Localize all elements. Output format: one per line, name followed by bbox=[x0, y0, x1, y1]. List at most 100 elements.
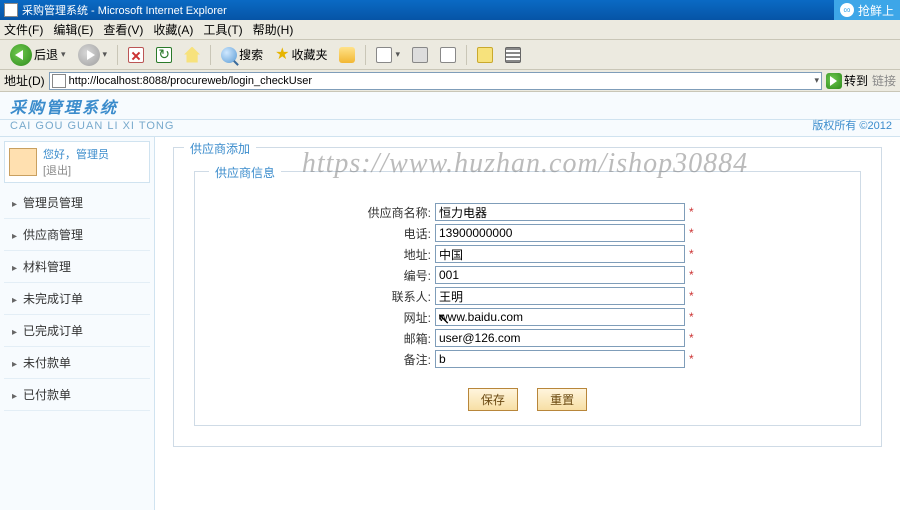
chevron-down-icon: ▾ bbox=[395, 49, 400, 60]
app-title: 采购管理系统 bbox=[10, 94, 118, 118]
star-icon: ★ bbox=[275, 47, 289, 63]
go-icon bbox=[826, 73, 842, 89]
sidebar-item-paid[interactable]: 已付款单 bbox=[4, 379, 150, 411]
search-button[interactable]: 搜索 bbox=[217, 44, 267, 65]
chevron-down-icon: ▾ bbox=[61, 49, 66, 60]
row-phone: 电话: * bbox=[215, 224, 840, 242]
forward-icon bbox=[78, 44, 100, 66]
required-mark: * bbox=[689, 247, 694, 261]
row-address: 地址: * bbox=[215, 245, 840, 263]
sidebar-menu: 管理员管理 供应商管理 材料管理 未完成订单 已完成订单 未付款单 已付款单 bbox=[4, 187, 150, 411]
required-mark: * bbox=[689, 352, 694, 366]
edit-doc-button[interactable] bbox=[436, 45, 460, 65]
page-icon bbox=[52, 74, 66, 88]
app-icon bbox=[4, 3, 18, 17]
window-title: 采购管理系统 - Microsoft Internet Explorer bbox=[22, 2, 227, 18]
url-wrap[interactable]: ▾ bbox=[49, 72, 822, 90]
label-contact: 联系人: bbox=[215, 288, 435, 305]
menu-edit[interactable]: 编辑(E) bbox=[53, 21, 93, 38]
edit-icon bbox=[440, 47, 456, 63]
menu-tools[interactable]: 工具(T) bbox=[203, 21, 242, 38]
cloud-icon: ∞ bbox=[840, 3, 854, 17]
input-phone[interactable] bbox=[435, 224, 685, 242]
save-button[interactable]: 保存 bbox=[468, 388, 518, 411]
menu-help[interactable]: 帮助(H) bbox=[253, 21, 294, 38]
content: 供应商添加 供应商信息 供应商名称: * 电话: * 地址: bbox=[155, 137, 900, 510]
sidebar-item-admin[interactable]: 管理员管理 bbox=[4, 187, 150, 219]
row-name: 供应商名称: * bbox=[215, 203, 840, 221]
input-email[interactable] bbox=[435, 329, 685, 347]
sidebar: 您好，管理员 [退出] 管理员管理 供应商管理 材料管理 未完成订单 已完成订单… bbox=[0, 137, 155, 510]
media-icon bbox=[339, 47, 355, 63]
back-button[interactable]: 后退 ▾ bbox=[6, 42, 70, 68]
reset-button[interactable]: 重置 bbox=[537, 388, 587, 411]
sidebar-item-material[interactable]: 材料管理 bbox=[4, 251, 150, 283]
back-label: 后退 bbox=[34, 46, 58, 63]
input-code[interactable] bbox=[435, 266, 685, 284]
panel-title: 供应商添加 bbox=[184, 140, 256, 157]
media-button[interactable] bbox=[335, 45, 359, 65]
sidebar-item-unpaid[interactable]: 未付款单 bbox=[4, 347, 150, 379]
addressbar: 地址(D) ▾ 转到 链接 bbox=[0, 70, 900, 92]
user-box: 您好，管理员 [退出] bbox=[4, 141, 150, 183]
menu-file[interactable]: 文件(F) bbox=[4, 21, 43, 38]
row-remark: 备注: * bbox=[215, 350, 840, 368]
window-titlebar: 采购管理系统 - Microsoft Internet Explorer bbox=[0, 0, 900, 20]
print-button[interactable] bbox=[408, 45, 432, 65]
refresh-icon: ↻ bbox=[156, 47, 172, 63]
label-email: 邮箱: bbox=[215, 330, 435, 347]
mail-icon bbox=[376, 47, 392, 63]
required-mark: * bbox=[689, 205, 694, 219]
home-button[interactable] bbox=[180, 45, 204, 65]
separator bbox=[117, 45, 118, 65]
input-address[interactable] bbox=[435, 245, 685, 263]
folder-button[interactable] bbox=[473, 45, 497, 65]
links-label[interactable]: 链接 bbox=[872, 72, 896, 89]
back-icon bbox=[10, 44, 32, 66]
label-remark: 备注: bbox=[215, 351, 435, 368]
panel: 供应商添加 供应商信息 供应商名称: * 电话: * 地址: bbox=[173, 147, 882, 447]
app-header: 采购管理系统 版权所有 ©2012 bbox=[0, 92, 900, 120]
sidebar-item-done-orders[interactable]: 已完成订单 bbox=[4, 315, 150, 347]
stop-button[interactable] bbox=[124, 45, 148, 65]
go-button[interactable]: 转到 bbox=[826, 72, 868, 89]
separator bbox=[365, 45, 366, 65]
label-phone: 电话: bbox=[215, 225, 435, 242]
chevron-down-icon: ▾ bbox=[103, 49, 108, 60]
input-remark[interactable] bbox=[435, 350, 685, 368]
grid-button[interactable] bbox=[501, 45, 525, 65]
app-pinyin: CAI GOU GUAN LI XI TONG bbox=[0, 120, 900, 137]
input-website[interactable] bbox=[435, 308, 685, 326]
refresh-button[interactable]: ↻ bbox=[152, 45, 176, 65]
menu-view[interactable]: 查看(V) bbox=[103, 21, 143, 38]
required-mark: * bbox=[689, 331, 694, 345]
favorites-button[interactable]: ★ 收藏夹 bbox=[271, 44, 331, 65]
favorites-label: 收藏夹 bbox=[291, 46, 327, 63]
search-icon bbox=[221, 47, 237, 63]
corner-badge[interactable]: ∞ 抢鲜上 bbox=[834, 0, 900, 20]
required-mark: * bbox=[689, 310, 694, 324]
toolbar: 后退 ▾ ▾ ↻ 搜索 ★ 收藏夹 ▾ bbox=[0, 40, 900, 70]
separator bbox=[466, 45, 467, 65]
row-email: 邮箱: * bbox=[215, 329, 840, 347]
input-contact[interactable] bbox=[435, 287, 685, 305]
sidebar-item-supplier[interactable]: 供应商管理 bbox=[4, 219, 150, 251]
app-body: 您好，管理员 [退出] 管理员管理 供应商管理 材料管理 未完成订单 已完成订单… bbox=[0, 137, 900, 510]
chevron-down-icon[interactable]: ▾ bbox=[814, 75, 819, 86]
required-mark: * bbox=[689, 289, 694, 303]
row-website: 网址: * bbox=[215, 308, 840, 326]
forward-button[interactable]: ▾ bbox=[74, 42, 112, 68]
row-contact: 联系人: * bbox=[215, 287, 840, 305]
mail-button[interactable]: ▾ bbox=[372, 45, 404, 65]
home-icon bbox=[184, 47, 200, 63]
logout-link[interactable]: [退出] bbox=[43, 162, 109, 178]
label-website: 网址: bbox=[215, 309, 435, 326]
sidebar-item-pending-orders[interactable]: 未完成订单 bbox=[4, 283, 150, 315]
separator bbox=[210, 45, 211, 65]
menu-favorites[interactable]: 收藏(A) bbox=[153, 21, 193, 38]
label-name: 供应商名称: bbox=[215, 204, 435, 221]
input-name[interactable] bbox=[435, 203, 685, 221]
url-input[interactable] bbox=[69, 75, 811, 87]
label-address: 地址: bbox=[215, 246, 435, 263]
fieldset-legend: 供应商信息 bbox=[209, 164, 281, 181]
